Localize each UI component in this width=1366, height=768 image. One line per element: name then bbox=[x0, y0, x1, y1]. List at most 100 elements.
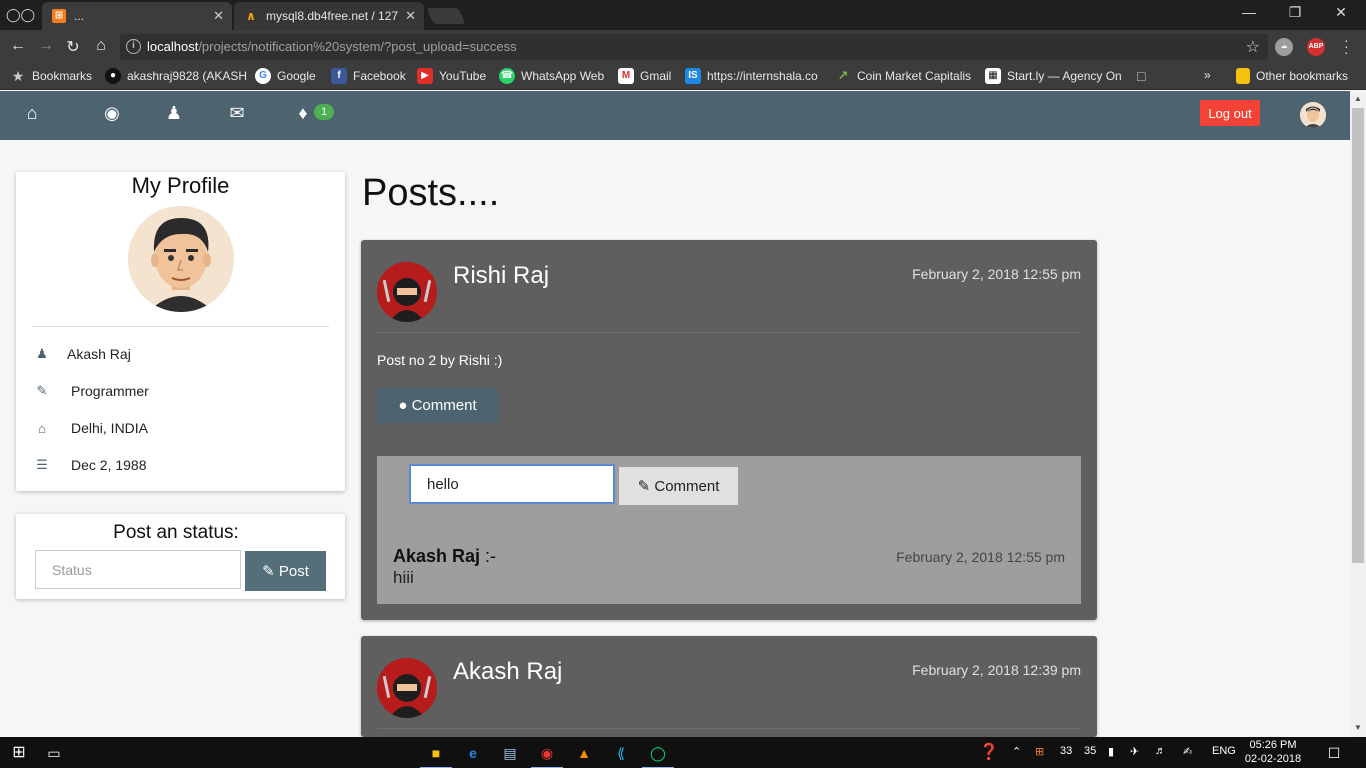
comment-date: February 2, 2018 12:55 pm bbox=[896, 549, 1065, 565]
profile-name: Akash Raj bbox=[67, 346, 131, 362]
comment-panel: ✎ Comment Akash Raj :- February 2, 2018 … bbox=[377, 456, 1081, 604]
home-icon[interactable]: ⌂ bbox=[90, 37, 112, 55]
photos-icon[interactable]: ▤ bbox=[500, 743, 520, 763]
adblock-plus-icon[interactable]: ABP bbox=[1307, 38, 1325, 56]
comment-submit-button[interactable]: ✎ Comment bbox=[619, 467, 738, 505]
pencil-icon: ✎ bbox=[262, 563, 275, 580]
globe-icon[interactable]: ◉ bbox=[100, 103, 124, 124]
profile-occupation: Programmer bbox=[71, 383, 149, 399]
tray-number: 33 bbox=[1060, 745, 1073, 757]
close-icon[interactable]: ✕ bbox=[405, 8, 416, 24]
bookmark-item[interactable]: ● akashraj9828 (AKASH bbox=[105, 68, 247, 84]
language-indicator[interactable]: ENG bbox=[1212, 745, 1236, 757]
bookmark-item[interactable]: IS https://internshala.co bbox=[685, 68, 823, 84]
profile-avatar bbox=[128, 206, 234, 312]
windows-start-icon[interactable]: ⊞ bbox=[9, 743, 29, 763]
new-tab-button[interactable] bbox=[426, 8, 466, 24]
address-bar[interactable]: i localhost/projects/notification%20syst… bbox=[120, 34, 1268, 60]
status-input[interactable] bbox=[35, 550, 241, 589]
ninja-avatar bbox=[377, 262, 437, 322]
bookmark-item[interactable]: ▶ YouTube bbox=[417, 68, 486, 84]
window-close-icon[interactable]: ✕ bbox=[1318, 4, 1364, 21]
status-card: Post an status: ✎ Post bbox=[16, 514, 345, 599]
bookmark-item[interactable]: M Gmail bbox=[618, 68, 671, 84]
startly-icon: ▦ bbox=[985, 68, 1001, 84]
vlc-icon[interactable]: ▲ bbox=[574, 743, 594, 763]
home-icon: ⌂ bbox=[38, 420, 46, 436]
post-status-button[interactable]: ✎ Post bbox=[245, 551, 326, 591]
blank-page-icon[interactable]: □ bbox=[1137, 68, 1145, 84]
comment-text: hiii bbox=[393, 568, 414, 587]
browser-tab[interactable]: ∧ mysql8.db4free.net / 127 ✕ bbox=[234, 2, 424, 30]
back-icon[interactable]: ← bbox=[7, 37, 29, 55]
network-icon[interactable]: ✈ bbox=[1130, 745, 1139, 758]
reload-icon[interactable]: ↻ bbox=[62, 37, 84, 57]
close-icon[interactable]: ✕ bbox=[213, 8, 224, 24]
battery-icon[interactable]: ▮ bbox=[1108, 745, 1114, 758]
bookmark-item[interactable]: ▦ Start.ly — Agency On bbox=[985, 68, 1125, 84]
ninja-avatar bbox=[377, 658, 437, 718]
comment-author: Akash Raj :- bbox=[393, 546, 497, 566]
browser-tab-active[interactable]: ⊞ ... ✕ bbox=[42, 2, 232, 30]
profile-name-row: ♟ Akash Raj bbox=[34, 346, 131, 362]
home-icon[interactable]: ⌂ bbox=[20, 103, 44, 124]
scroll-up-arrow-icon[interactable]: ▲ bbox=[1350, 91, 1366, 107]
xampp-icon: ⊞ bbox=[52, 9, 66, 23]
profile-birthday: Dec 2, 1988 bbox=[71, 457, 147, 473]
volume-icon[interactable]: ♬ bbox=[1155, 745, 1166, 757]
tab-title: mysql8.db4free.net / 127 bbox=[266, 9, 399, 23]
tray-number: 35 bbox=[1084, 745, 1097, 757]
divider bbox=[377, 332, 1081, 333]
post-card: Akash Raj February 2, 2018 12:39 pm bbox=[361, 636, 1097, 737]
clock[interactable]: 05:26 PM 02-02-2018 bbox=[1240, 738, 1306, 766]
post-author[interactable]: Akash Raj bbox=[453, 658, 562, 686]
app-icon[interactable]: ◯ bbox=[642, 743, 674, 768]
scrollbar-thumb[interactable] bbox=[1352, 108, 1364, 563]
file-explorer-icon[interactable]: ■ bbox=[420, 743, 452, 768]
minimize-icon[interactable]: — bbox=[1226, 4, 1272, 20]
pen-icon[interactable]: ✍ bbox=[1183, 745, 1192, 758]
forward-icon[interactable]: → bbox=[35, 37, 57, 55]
notification-badge[interactable]: 1 bbox=[314, 104, 334, 120]
avatar[interactable] bbox=[1300, 102, 1326, 128]
vscode-icon[interactable]: ⟪ bbox=[611, 743, 631, 763]
cloud-extension-icon[interactable]: ☁ bbox=[1275, 38, 1293, 56]
xampp-tray-icon[interactable]: ⊞ bbox=[1035, 745, 1044, 758]
help-icon[interactable]: ❓ bbox=[979, 743, 999, 763]
bookmark-item[interactable]: f Facebook bbox=[331, 68, 406, 84]
bookmarks-bar: ★ Bookmarks ● akashraj9828 (AKASH G Goog… bbox=[0, 64, 1366, 90]
logout-button[interactable]: Log out bbox=[1200, 100, 1260, 126]
action-center-icon[interactable]: ☐ bbox=[1324, 743, 1344, 763]
edge-icon[interactable]: e bbox=[463, 743, 483, 763]
gmail-icon: M bbox=[618, 68, 634, 84]
chart-icon: ↗ bbox=[837, 68, 849, 83]
bookmark-item[interactable]: ↗ Coin Market Capitalis bbox=[835, 68, 973, 84]
restore-icon[interactable]: ❐ bbox=[1272, 4, 1318, 21]
bookmark-item[interactable]: G Google bbox=[255, 68, 316, 84]
post-date: February 2, 2018 12:39 pm bbox=[912, 662, 1081, 678]
star-icon: ★ bbox=[11, 68, 25, 84]
facebook-icon: f bbox=[331, 68, 347, 84]
speech-bubble-icon: ● bbox=[398, 397, 408, 414]
chrome-icon[interactable]: ◉ bbox=[531, 743, 563, 768]
folder-icon bbox=[1236, 68, 1250, 84]
bookmark-item[interactable]: ☎ WhatsApp Web bbox=[499, 68, 604, 84]
other-bookmarks[interactable]: Other bookmarks bbox=[1236, 68, 1348, 84]
status-title: Post an status: bbox=[113, 522, 239, 543]
info-icon[interactable]: i bbox=[126, 39, 141, 54]
bell-icon[interactable]: ♦ bbox=[291, 103, 315, 124]
bookmark-item[interactable]: ★ Bookmarks bbox=[10, 68, 92, 84]
scroll-down-arrow-icon[interactable]: ▼ bbox=[1350, 720, 1366, 736]
show-hidden-icon[interactable]: ⌃ bbox=[1012, 745, 1021, 758]
bookmarks-overflow[interactable]: » bbox=[1204, 68, 1211, 82]
profile-location: Delhi, INDIA bbox=[71, 420, 149, 436]
tab-title: ... bbox=[74, 9, 85, 23]
comment-toggle-button[interactable]: ● Comment bbox=[377, 388, 498, 423]
post-author[interactable]: Rishi Raj bbox=[453, 262, 549, 290]
menu-kebab-icon[interactable]: · · · bbox=[1344, 33, 1350, 59]
comment-input[interactable] bbox=[409, 464, 615, 504]
task-view-icon[interactable]: ▭ bbox=[44, 743, 64, 763]
user-icon[interactable]: ♟ bbox=[162, 103, 186, 124]
envelope-icon[interactable]: ✉ bbox=[225, 103, 249, 124]
bookmark-star-icon[interactable]: ☆ bbox=[1246, 37, 1260, 57]
